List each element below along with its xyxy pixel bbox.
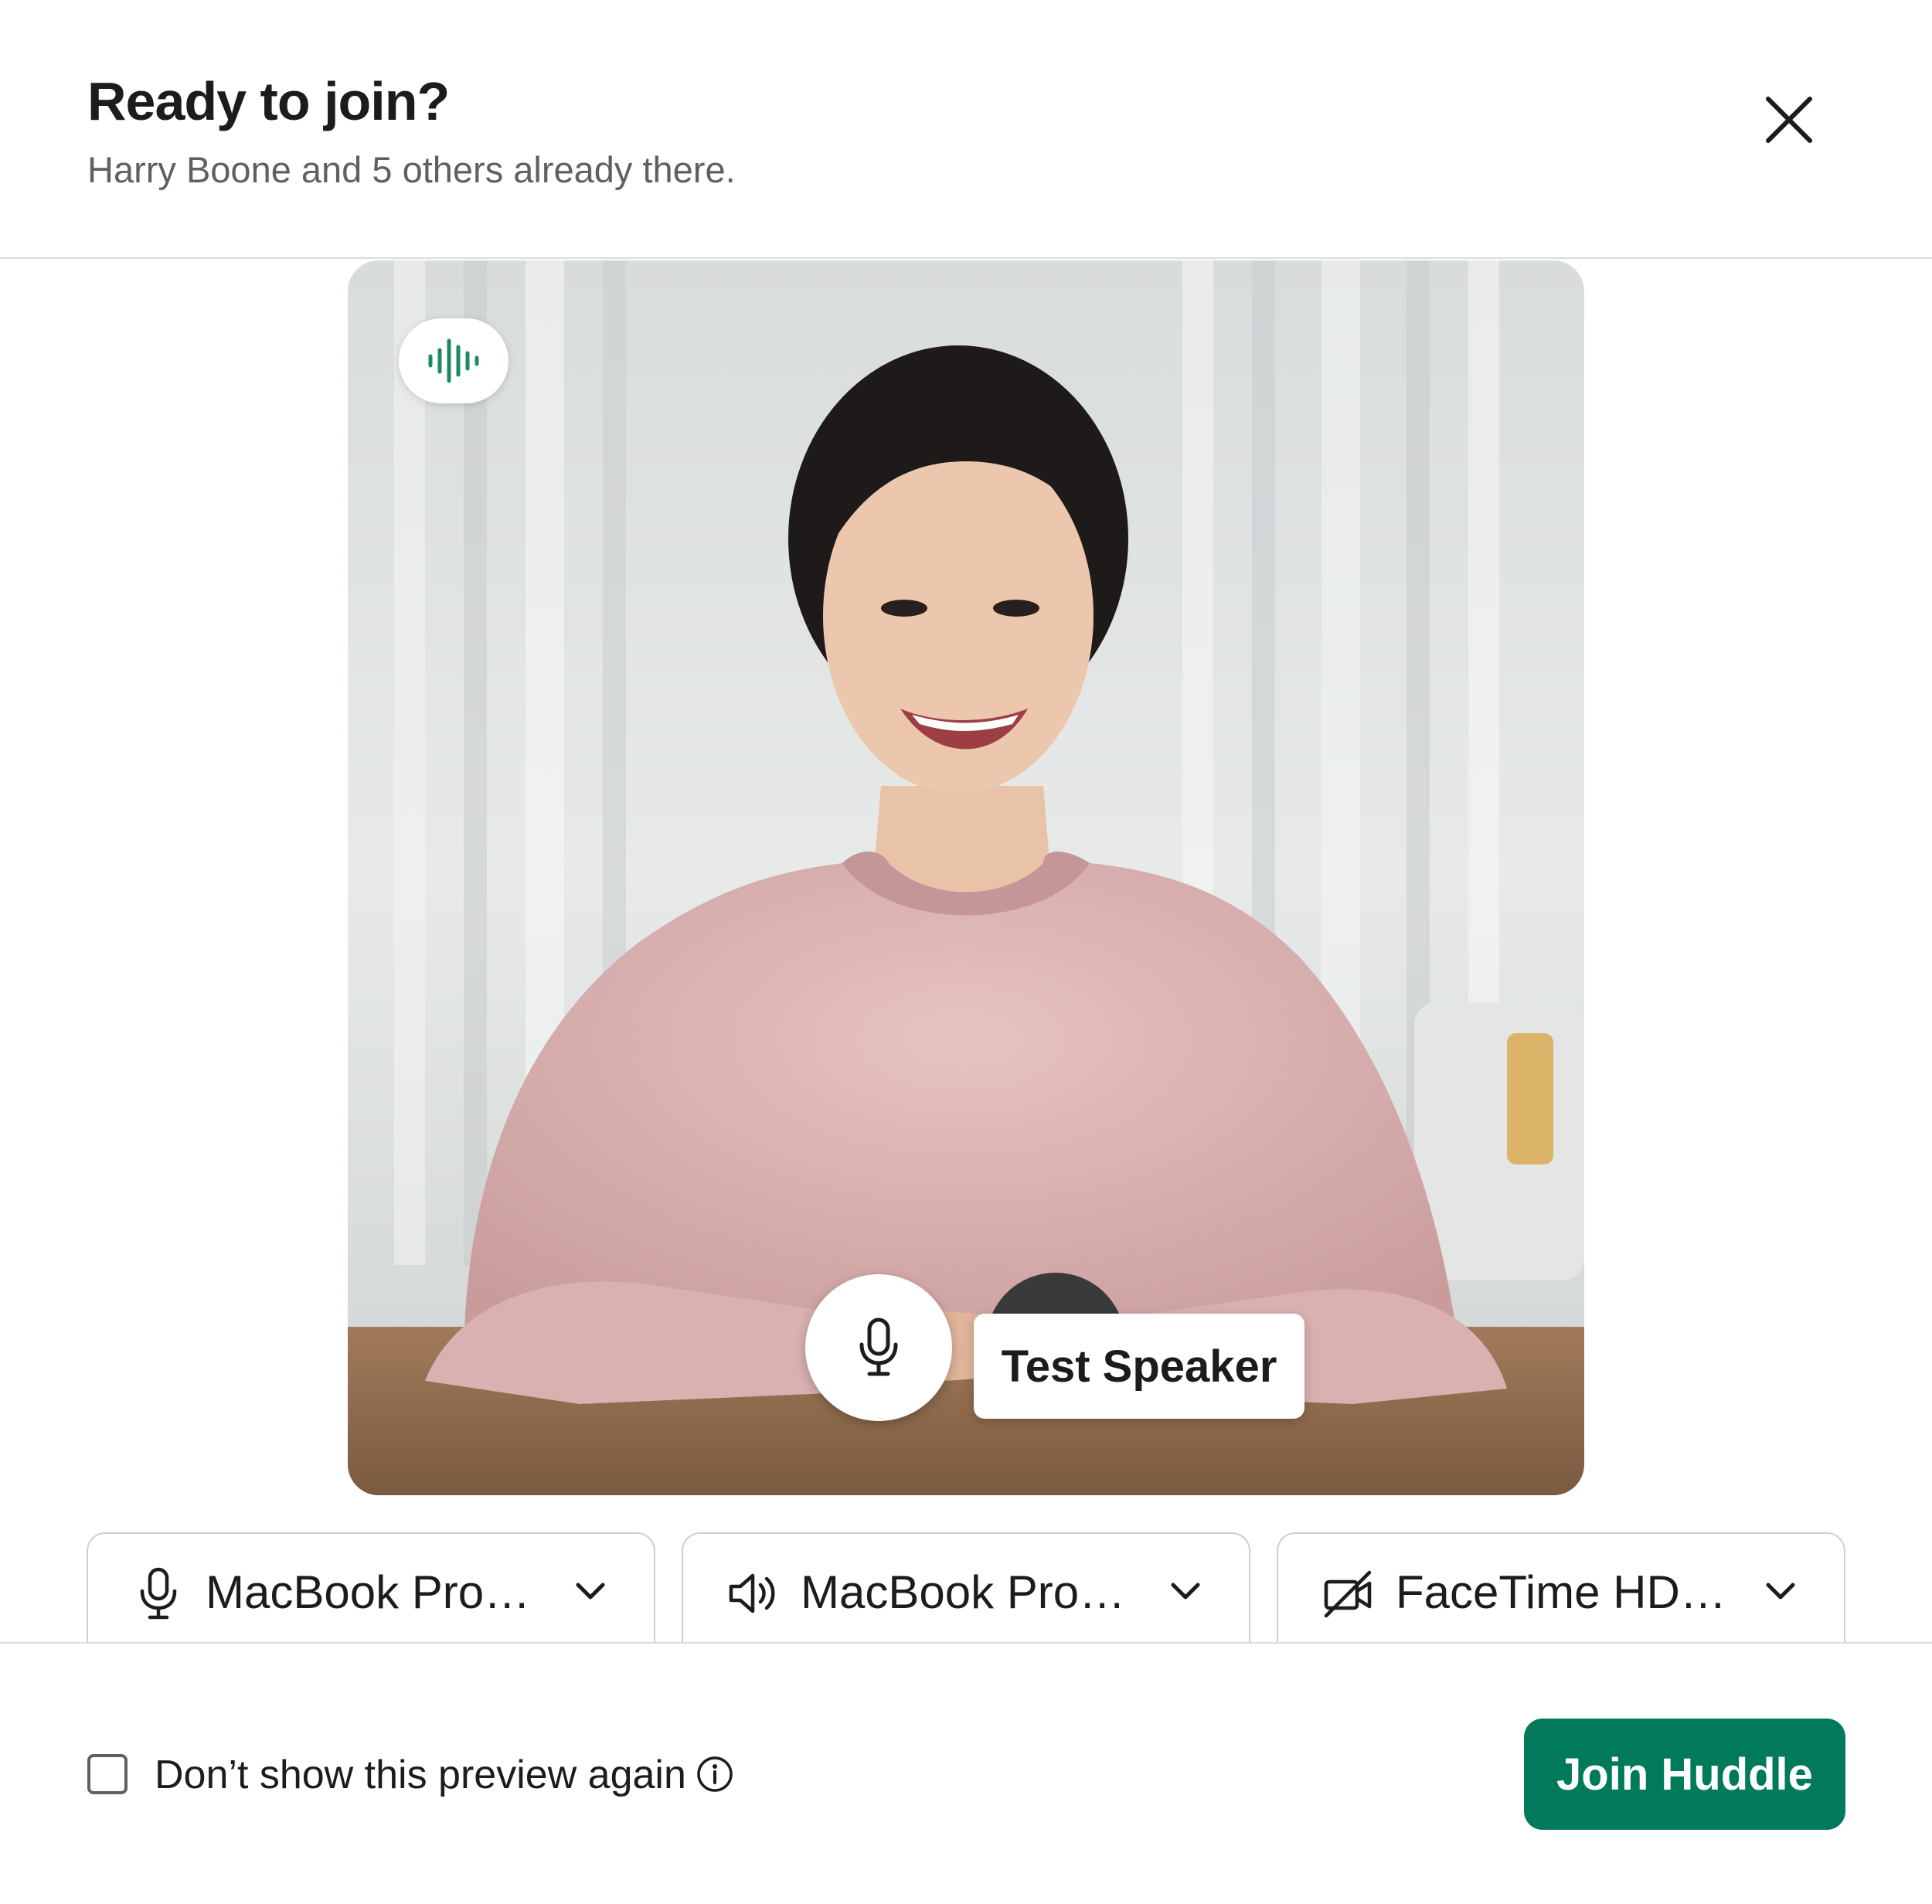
- speaker-select[interactable]: MacBook Pro…: [682, 1532, 1250, 1642]
- camera-select[interactable]: FaceTime HD…: [1277, 1532, 1845, 1642]
- camera-preview: Test Speaker: [348, 260, 1584, 1495]
- camera-preview-image: [348, 260, 1584, 1495]
- mic-toggle-button[interactable]: [805, 1274, 952, 1421]
- participants-subtitle: Harry Boone and 5 others already there.: [87, 149, 736, 190]
- dont-show-again-checkbox[interactable]: [87, 1754, 128, 1794]
- chevron-down-icon: [576, 1583, 605, 1600]
- join-huddle-button[interactable]: Join Huddle: [1524, 1719, 1845, 1830]
- audio-level-indicator: [399, 318, 509, 403]
- divider: [0, 1642, 1932, 1644]
- microphone-icon: [140, 1567, 177, 1620]
- speaker-icon: [729, 1573, 775, 1613]
- chevron-down-icon: [1171, 1583, 1200, 1600]
- info-icon[interactable]: [696, 1755, 734, 1794]
- close-button[interactable]: [1754, 85, 1824, 155]
- close-icon: [1766, 97, 1812, 143]
- video-off-icon: [1324, 1570, 1372, 1618]
- microphone-icon: [859, 1318, 898, 1376]
- microphone-select[interactable]: MacBook Pro…: [87, 1532, 655, 1642]
- dont-show-again-label: Don’t show this preview again: [155, 1753, 686, 1797]
- chevron-down-icon: [1766, 1583, 1795, 1600]
- speaker-select-value: MacBook Pro…: [801, 1566, 1126, 1618]
- dialog-title: Ready to join?: [87, 71, 450, 131]
- audio-wave-icon: [428, 338, 479, 383]
- microphone-select-value: MacBook Pro…: [206, 1566, 531, 1618]
- dialog-header: Ready to join? Harry Boone and 5 others …: [0, 0, 1932, 259]
- camera-select-value: FaceTime HD…: [1396, 1566, 1726, 1618]
- test-speaker-tooltip: Test Speaker: [974, 1314, 1304, 1419]
